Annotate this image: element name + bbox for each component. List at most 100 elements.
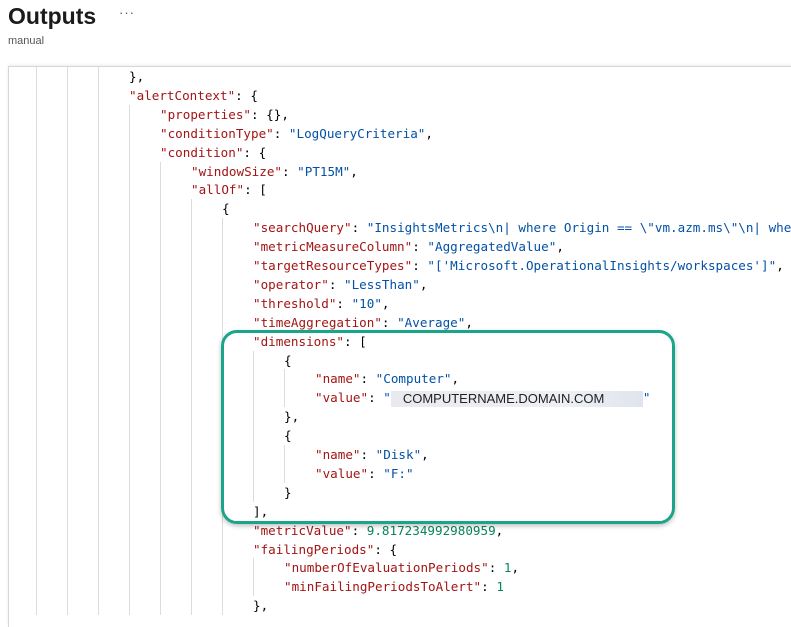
indent-guide	[160, 539, 161, 559]
indent-guide	[253, 558, 254, 578]
json-number: 1	[496, 579, 504, 595]
indent-guide	[222, 256, 223, 275]
json-punctuation: : {},	[251, 106, 289, 122]
json-punctuation: ,	[556, 239, 564, 255]
indent-guide	[191, 577, 192, 597]
json-key: "conditionType"	[160, 125, 274, 141]
indent-guide	[36, 501, 37, 521]
indent-guide	[160, 407, 161, 427]
indent-guide	[129, 388, 130, 408]
json-key: "value"	[315, 465, 369, 481]
indent-guide	[129, 218, 130, 238]
indent-guide	[67, 331, 68, 351]
json-string: "InsightsMetrics\n| where Origin == \"vm…	[366, 220, 791, 236]
indent-guide	[160, 520, 161, 540]
indent-guide	[222, 558, 223, 578]
json-punctuation: :	[368, 465, 384, 481]
indent-guide	[191, 388, 192, 408]
code-text: "conditionType": "LogQueryCriteria",	[160, 124, 433, 143]
indent-guide	[222, 426, 223, 446]
indent-guide	[284, 388, 285, 408]
indent-guide	[191, 596, 192, 616]
indent-guide	[160, 350, 161, 370]
code-line: "conditionType": "LogQueryCriteria",	[9, 123, 791, 143]
indent-guide	[36, 312, 37, 332]
json-key: "allOf"	[191, 182, 245, 198]
indent-guide	[67, 85, 68, 105]
indent-guide	[129, 482, 130, 502]
json-punctuation: :	[282, 163, 298, 179]
indent-guide	[160, 237, 161, 257]
indent-guide	[67, 123, 68, 143]
json-punctuation: ,	[465, 314, 473, 330]
json-key: "windowSize"	[191, 163, 282, 179]
code-text: "alertContext": {	[129, 86, 258, 105]
indent-guide	[160, 596, 161, 616]
indent-guide	[191, 558, 192, 578]
indent-guide	[36, 180, 37, 200]
code-text: {	[222, 199, 230, 218]
json-key: "alertContext"	[129, 87, 236, 103]
code-text: },	[284, 407, 299, 426]
indent-guide	[284, 445, 285, 464]
code-text: "allOf": [	[191, 180, 267, 199]
indent-guide	[36, 161, 37, 181]
code-text: "operator": "LessThan",	[253, 275, 427, 294]
indent-guide	[67, 520, 68, 540]
indent-guide	[67, 482, 68, 502]
json-key: "minFailingPeriodsToAlert"	[284, 579, 482, 595]
indent-guide	[253, 350, 254, 370]
indent-guide	[129, 520, 130, 540]
indent-guide	[253, 369, 254, 389]
code-text: "timeAggregation": "Average",	[253, 313, 473, 332]
code-text: "name": "Computer",	[315, 369, 459, 388]
json-punctuation: :	[368, 390, 384, 406]
indent-guide	[67, 369, 68, 389]
json-punctuation: :	[273, 125, 289, 141]
code-line: "dimensions": [	[9, 331, 791, 351]
code-line: },	[9, 67, 791, 86]
json-punctuation: :	[328, 276, 344, 292]
json-key: "searchQuery"	[253, 220, 352, 236]
indent-guide	[191, 463, 192, 483]
code-line: "alertContext": {	[9, 85, 791, 105]
json-punctuation: {	[284, 352, 292, 368]
json-output-viewer[interactable]: }, "alertContext": {"properties": {}, "con…	[8, 66, 791, 627]
indent-guide	[222, 596, 223, 616]
json-punctuation: },	[253, 598, 269, 614]
indent-guide	[191, 256, 192, 275]
indent-guide	[98, 577, 99, 597]
indent-guide	[67, 426, 68, 446]
code-text: "condition": {	[160, 143, 266, 162]
indent-guide	[253, 445, 254, 464]
code-line: "minFailingPeriodsToAlert": 1	[9, 577, 791, 597]
indent-guide	[253, 388, 254, 408]
indent-guide	[67, 539, 68, 559]
json-key: "timeAggregation"	[253, 314, 382, 330]
indent-guide	[191, 520, 192, 540]
indent-guide	[222, 350, 223, 370]
json-punctuation: ,	[381, 295, 390, 311]
json-punctuation: }	[284, 484, 292, 500]
indent-guide	[98, 463, 99, 483]
indent-guide	[98, 369, 99, 389]
more-options-button[interactable]: ···	[119, 5, 135, 20]
indent-guide	[98, 256, 99, 275]
indent-guide	[67, 312, 68, 332]
json-key: "dimensions"	[253, 333, 344, 349]
indent-guide	[67, 218, 68, 238]
code-line: },	[9, 407, 791, 427]
indent-guide	[67, 180, 68, 200]
page-subtitle: manual	[8, 35, 45, 47]
indent-guide	[36, 520, 37, 540]
indent-guide	[98, 596, 99, 616]
code-line: "timeAggregation": "Average",	[9, 312, 791, 332]
indent-guide	[160, 218, 161, 238]
indent-guide	[129, 426, 130, 446]
indent-guide	[98, 482, 99, 502]
indent-guide	[253, 407, 254, 427]
json-punctuation: : {	[235, 87, 258, 103]
indent-guide	[36, 388, 37, 408]
indent-guide	[191, 426, 192, 446]
indent-guide	[222, 293, 223, 313]
